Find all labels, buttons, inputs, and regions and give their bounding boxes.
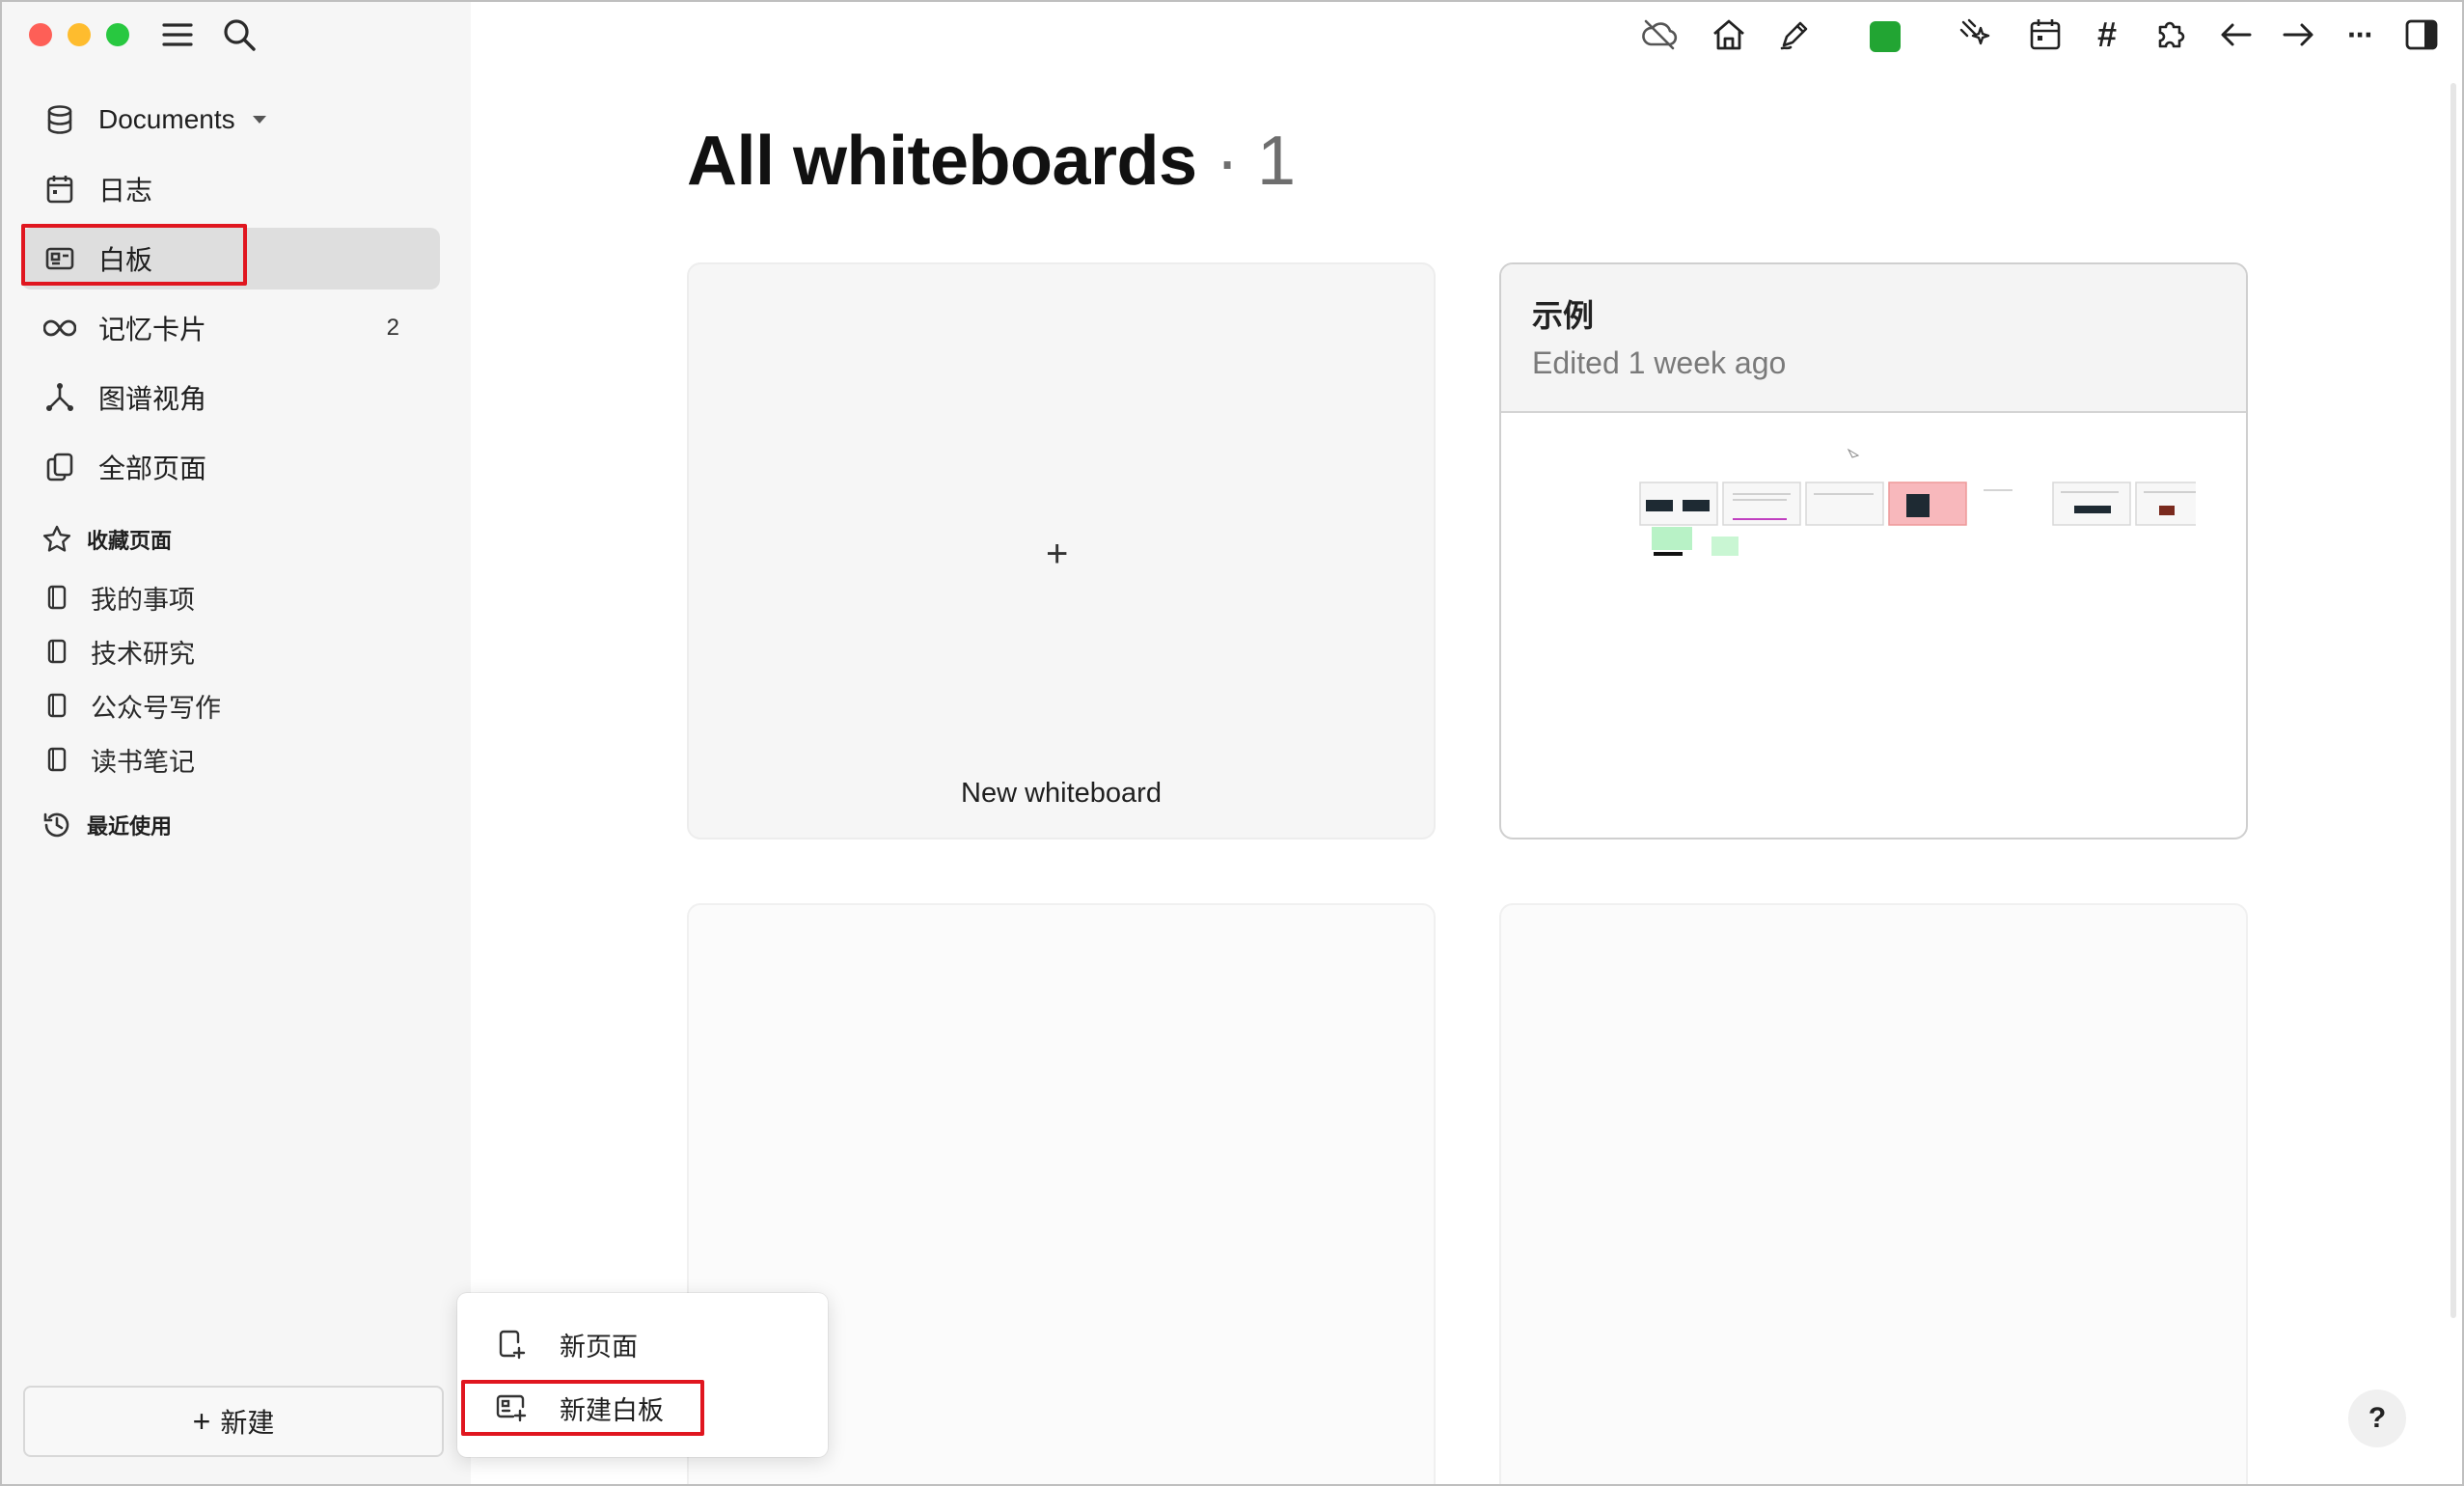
chevron-down-icon	[251, 114, 268, 125]
graph-icon	[42, 380, 77, 415]
workspace-label: Documents	[98, 104, 235, 134]
favorite-item[interactable]: 技术研究	[21, 627, 195, 675]
recent-title: 最近使用	[87, 814, 173, 839]
sidebar-item-all-pages[interactable]: 全部页面	[21, 436, 440, 498]
history-icon	[41, 809, 73, 841]
sidebar-item-label: 图谱视角	[98, 384, 207, 414]
favorite-item-label: 技术研究	[91, 639, 195, 669]
plus-icon: +	[1046, 533, 1069, 575]
favorites-section-header[interactable]: 收藏页面	[21, 515, 172, 564]
scrollbar[interactable]	[2450, 83, 2456, 1318]
window-zoom-button[interactable]	[106, 23, 129, 46]
new-button[interactable]: + 新建	[23, 1386, 444, 1457]
home-icon[interactable]	[1710, 15, 1748, 54]
empty-card-placeholder	[1499, 903, 2248, 1486]
page-icon	[42, 637, 71, 666]
infinity-icon	[42, 311, 77, 345]
sidebar-item-journals[interactable]: 日志	[21, 158, 440, 220]
sidebar-item-label: 白板	[98, 245, 153, 275]
sidebar-right-icon[interactable]	[2402, 15, 2441, 54]
calendar-icon	[42, 172, 77, 206]
search-icon[interactable]	[220, 15, 259, 54]
hashtag-icon[interactable]: #	[2088, 14, 2126, 54]
favorite-item-label: 我的事项	[91, 585, 195, 615]
favorite-item-label: 公众号写作	[91, 693, 221, 723]
database-icon	[42, 102, 77, 137]
menu-item-label: 新页面	[560, 1332, 638, 1362]
star-icon	[41, 523, 73, 556]
sidebar-item-label: 日志	[98, 176, 153, 206]
sidebar-item-whiteboards[interactable]: 白板	[21, 228, 440, 289]
left-sidebar: Documents 日志 白板 记忆卡片 2 图谱视角 全部页面 收藏页面 我的…	[0, 0, 471, 1486]
window-close-button[interactable]	[29, 23, 52, 46]
whiteboard-count: 1	[1257, 123, 1296, 200]
whiteboard-card-edited: Edited 1 week ago	[1532, 345, 1787, 380]
arrow-left-icon[interactable]	[2217, 15, 2256, 54]
sparkles-icon[interactable]	[1957, 15, 1995, 54]
new-page-icon	[496, 1329, 527, 1360]
pen-icon[interactable]	[1775, 15, 1814, 54]
flashcards-count-badge: 2	[386, 315, 399, 341]
page-icon	[42, 583, 71, 612]
puzzle-icon[interactable]	[2151, 15, 2190, 54]
workspace-selector[interactable]: Documents	[21, 89, 440, 151]
menu-item-new-page[interactable]: 新页面	[475, 1314, 810, 1374]
sidebar-item-label: 全部页面	[98, 454, 207, 483]
recent-section-header[interactable]: 最近使用	[21, 801, 172, 849]
favorite-item[interactable]: 公众号写作	[21, 681, 221, 729]
page-icon	[42, 691, 71, 720]
whiteboard-icon	[42, 241, 77, 276]
help-button[interactable]: ?	[2348, 1390, 2406, 1447]
color-swatch[interactable]	[1870, 21, 1901, 52]
page-title: All whiteboards · 1	[687, 122, 1296, 201]
sidebar-item-flashcards[interactable]: 记忆卡片 2	[21, 297, 440, 359]
calendar-icon[interactable]	[2026, 15, 2065, 54]
new-whiteboard-label: New whiteboard	[961, 778, 1162, 809]
page-title-separator: ·	[1196, 123, 1258, 200]
window-minimize-button[interactable]	[68, 23, 91, 46]
new-menu-dropdown: 新页面 新建白板	[457, 1293, 828, 1457]
pages-icon	[42, 450, 77, 484]
cloud-off-icon[interactable]	[1640, 15, 1679, 54]
favorite-item[interactable]: 我的事项	[21, 573, 195, 621]
plus-icon: +	[192, 1403, 211, 1439]
new-whiteboard-icon	[496, 1392, 527, 1423]
whiteboard-card[interactable]: 示例 Edited 1 week ago	[1499, 262, 2248, 839]
whiteboard-card-title: 示例	[1532, 298, 1595, 333]
page-icon	[42, 745, 71, 774]
arrow-right-icon[interactable]	[2279, 15, 2317, 54]
menu-item-label: 新建白板	[560, 1395, 664, 1425]
new-button-label: 新建	[220, 1408, 275, 1438]
new-whiteboard-card[interactable]: + New whiteboard	[687, 262, 1436, 839]
favorite-item[interactable]: 读书笔记	[21, 735, 195, 784]
more-icon[interactable]: ···	[2341, 15, 2379, 54]
whiteboard-card-header: 示例 Edited 1 week ago	[1501, 264, 2246, 413]
whiteboard-thumbnail	[1639, 448, 2196, 556]
sidebar-item-label: 记忆卡片	[98, 315, 207, 344]
menu-icon[interactable]	[160, 19, 195, 50]
sidebar-item-graph-view[interactable]: 图谱视角	[21, 367, 440, 428]
page-title-text: All whiteboards	[687, 123, 1197, 200]
favorite-item-label: 读书笔记	[91, 747, 195, 777]
menu-item-new-whiteboard[interactable]: 新建白板	[475, 1378, 810, 1438]
favorites-title: 收藏页面	[87, 529, 173, 553]
